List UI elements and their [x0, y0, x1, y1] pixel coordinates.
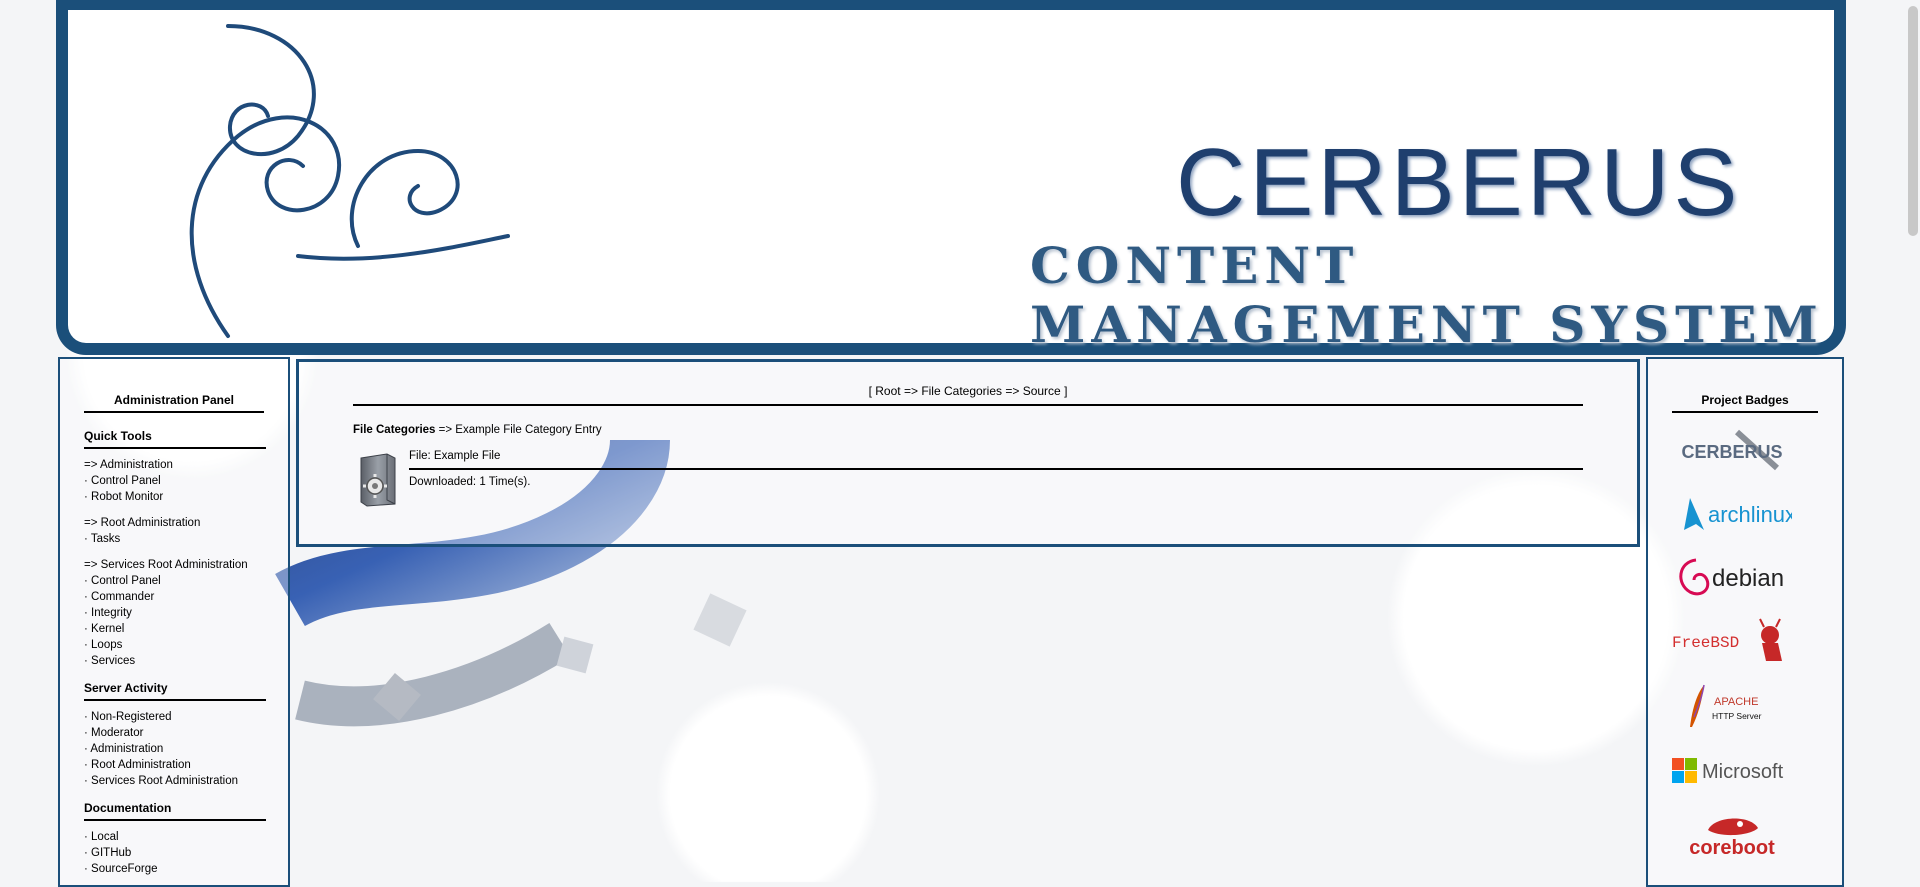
banner-subtitle: CONTENT MANAGEMENT SYSTEM — [1030, 236, 1824, 354]
menu-item-tasks[interactable]: · Tasks — [84, 531, 266, 547]
archlinux-logo: archlinux — [1684, 498, 1792, 530]
freebsd-badge[interactable]: FreeBSD — [1670, 617, 1794, 667]
doc-link-local[interactable]: · Local — [84, 829, 266, 845]
coreboot-logo: coreboot — [1689, 818, 1775, 859]
file-name[interactable]: File: Example File — [409, 450, 1583, 470]
freebsd-badge-text: FreeBSD — [1672, 634, 1739, 652]
project-badges-panel: Project Badges CERBERUS archlinux debian… — [1646, 357, 1844, 887]
banner-title: CERBERUS — [1176, 129, 1742, 236]
microsoft-badge[interactable]: Microsoft — [1670, 745, 1794, 795]
scrollbar-thumb[interactable] — [1908, 6, 1918, 236]
quick-tools-header: Quick Tools — [84, 429, 266, 449]
admin-menu: Quick Tools => Administration · Control … — [84, 429, 266, 877]
activity-administration[interactable]: · Administration — [84, 741, 266, 757]
panel-title: Administration Panel — [84, 393, 264, 413]
menu-item-administration[interactable]: => Administration — [84, 457, 266, 473]
microsoft-badge-text: Microsoft — [1702, 761, 1784, 783]
menu-item-kernel[interactable]: · Kernel — [84, 621, 266, 637]
breadcrumb-root[interactable]: Root — [875, 384, 900, 398]
cerberus-badge-logo: CERBERUS — [1681, 429, 1783, 471]
archlinux-badge-text: archlinux — [1708, 502, 1792, 527]
freebsd-logo: FreeBSD — [1672, 618, 1782, 661]
file-gear-icon — [360, 453, 396, 507]
breadcrumb-close: ] — [1060, 384, 1068, 398]
download-value: 1 Time(s). — [476, 476, 531, 488]
menu-item-control-panel[interactable]: · Control Panel — [84, 473, 266, 489]
menu-item-services[interactable]: · Services — [84, 653, 266, 669]
menu-item-robot-monitor[interactable]: · Robot Monitor — [84, 489, 266, 505]
menu-item-integrity[interactable]: · Integrity — [84, 605, 266, 621]
microsoft-logo: Microsoft — [1672, 758, 1784, 783]
apache-badge-text: APACHE — [1714, 696, 1758, 708]
menu-item-services-root-administration[interactable]: => Services Root Administration — [84, 557, 266, 573]
coreboot-badge[interactable]: coreboot — [1670, 809, 1794, 859]
activity-moderator[interactable]: · Moderator — [84, 725, 266, 741]
download-label: Downloaded: — [409, 476, 477, 488]
apache-badge[interactable]: APACHE HTTP Server — [1670, 681, 1794, 731]
category-path: File Categories => Example File Category… — [353, 424, 602, 436]
doc-link-sourceforge[interactable]: · SourceForge — [84, 861, 266, 877]
debian-badge-text: debian — [1712, 565, 1784, 592]
download-count: Downloaded: 1 Time(s). — [409, 476, 530, 488]
archlinux-badge[interactable]: archlinux — [1670, 489, 1794, 539]
cerberus-swirl-logo — [189, 24, 510, 338]
coreboot-badge-text: coreboot — [1689, 837, 1775, 859]
breadcrumb-file-categories[interactable]: File Categories — [921, 384, 1002, 398]
administration-panel: Administration Panel Quick Tools => Admi… — [58, 357, 290, 887]
documentation-header: Documentation — [84, 801, 266, 821]
apache-badge-subtext: HTTP Server — [1712, 711, 1762, 721]
server-activity-header: Server Activity — [84, 681, 266, 701]
site-banner: CERBERUS CONTENT MANAGEMENT SYSTEM — [56, 0, 1846, 355]
menu-item-services-control-panel[interactable]: · Control Panel — [84, 573, 266, 589]
category-link[interactable]: File Categories — [353, 424, 435, 436]
debian-logo: debian — [1679, 558, 1784, 596]
menu-item-loops[interactable]: · Loops — [84, 637, 266, 653]
menu-item-commander[interactable]: · Commander — [84, 589, 266, 605]
activity-services-root-administration[interactable]: · Services Root Administration — [84, 773, 266, 789]
breadcrumb-separator: => — [900, 384, 922, 398]
breadcrumb-separator: => — [1002, 384, 1023, 398]
activity-root-administration[interactable]: · Root Administration — [84, 757, 266, 773]
breadcrumb-source[interactable]: Source — [1023, 384, 1061, 398]
category-entry: Example File Category Entry — [455, 424, 602, 436]
doc-link-github[interactable]: · GITHub — [84, 845, 266, 861]
badges-title: Project Badges — [1672, 393, 1818, 413]
page-scrollbar[interactable] — [1904, 0, 1920, 882]
breadcrumb: [ Root => File Categories => Source ] — [353, 384, 1583, 406]
cerberus-badge-text: CERBERUS — [1681, 442, 1782, 462]
menu-item-root-administration[interactable]: => Root Administration — [84, 515, 266, 531]
activity-non-registered[interactable]: · Non-Registered — [84, 709, 266, 725]
cerberus-badge[interactable]: CERBERUS — [1670, 425, 1794, 475]
category-arrow: => — [435, 424, 456, 436]
debian-badge[interactable]: debian — [1670, 553, 1794, 603]
apache-feather-logo: APACHE HTTP Server — [1690, 684, 1762, 727]
file-view-panel: [ Root => File Categories => Source ] Fi… — [296, 359, 1640, 547]
